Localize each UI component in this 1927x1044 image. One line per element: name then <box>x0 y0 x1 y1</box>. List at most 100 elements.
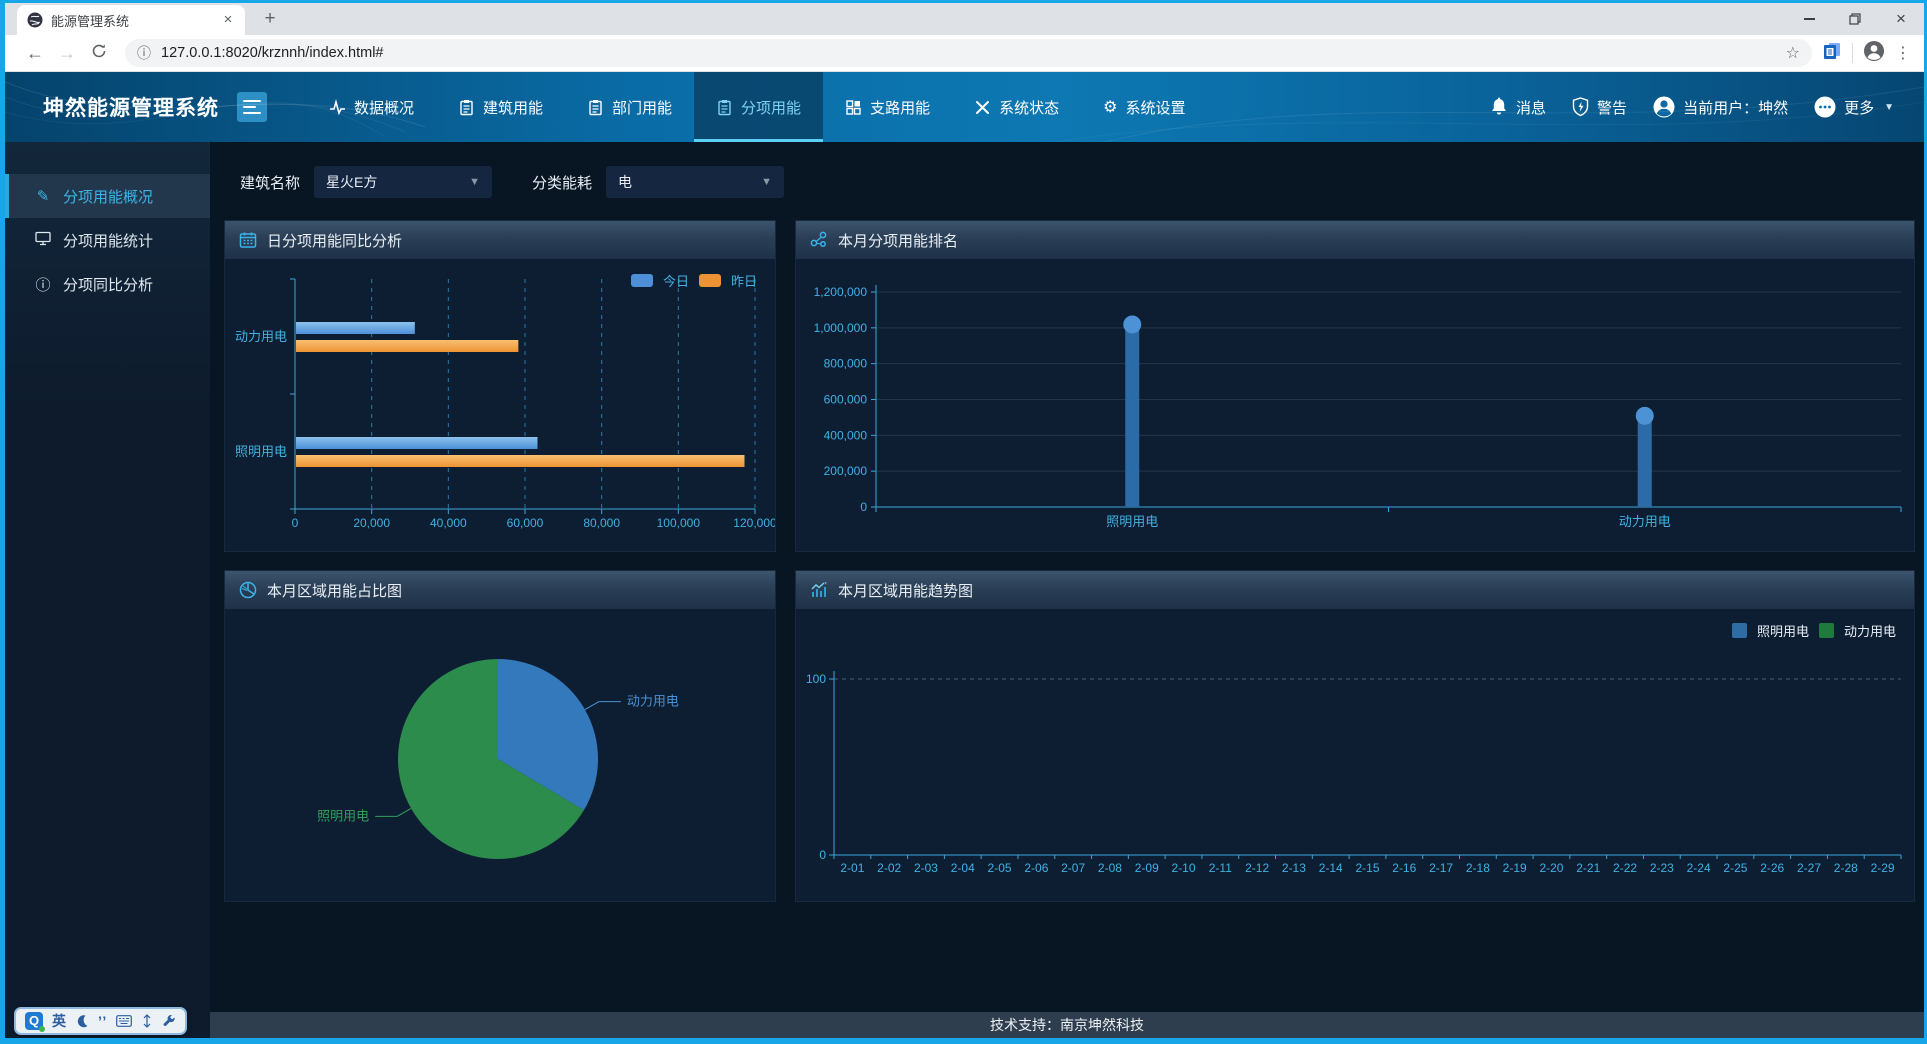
sidebar-item-subentry-yoy-analysis[interactable]: ⓘ 分项同比分析 <box>5 262 210 306</box>
panel-area-pie: 本月区域用能占比图 动力用电照明用电 <box>224 570 776 902</box>
footer-text: 技术支持：南京坤然科技 <box>990 1015 1144 1035</box>
messages-button[interactable]: 消息 <box>1490 97 1546 118</box>
alerts-button[interactable]: 警告 <box>1572 97 1627 118</box>
punctuation-icon[interactable]: ’’ <box>98 1013 107 1029</box>
ime-lang-toggle[interactable]: 英 <box>52 1011 66 1031</box>
svg-text:2-11: 2-11 <box>1209 861 1232 875</box>
area-pie-chart: 动力用电照明用电 <box>225 609 775 901</box>
vbar-chart-canvas: 0200,000400,000600,000800,0001,000,0001,… <box>796 259 1914 551</box>
daily-yoy-chart: 今日 昨日 020,00040,00060,00080,000100,00012… <box>225 259 775 551</box>
url-text[interactable]: 127.0.0.1:8020/krznnh/index.html# <box>161 45 1786 61</box>
hamburger-menu-icon[interactable] <box>237 92 267 122</box>
svg-text:2-16: 2-16 <box>1392 861 1416 875</box>
svg-text:2-21: 2-21 <box>1576 861 1600 875</box>
svg-text:20,000: 20,000 <box>353 516 390 530</box>
wrench-icon[interactable] <box>162 1014 176 1028</box>
svg-text:200,000: 200,000 <box>824 464 868 478</box>
monitor-icon <box>33 231 53 250</box>
current-user[interactable]: 当前用户：坤然 <box>1653 96 1788 118</box>
new-tab-button[interactable]: + <box>257 8 283 30</box>
svg-text:2-17: 2-17 <box>1429 861 1453 875</box>
clipboard-icon <box>587 99 604 116</box>
panel-header: 本月区域用能占比图 <box>225 571 775 609</box>
keyboard-icon[interactable] <box>116 1015 132 1027</box>
nav-item-data-overview[interactable]: 数据概况 <box>307 72 436 142</box>
svg-text:2-13: 2-13 <box>1282 861 1306 875</box>
nav-item-subentry-energy[interactable]: 分项用能 <box>694 72 823 142</box>
legend-swatch-power <box>1819 623 1834 638</box>
window-close-button[interactable]: × <box>1878 3 1924 35</box>
energy-select[interactable]: 电 ▼ <box>606 166 784 198</box>
chart-legend[interactable]: 今日 昨日 <box>631 271 757 290</box>
browser-tab[interactable]: 能源管理系统 × <box>17 5 245 35</box>
svg-text:2-07: 2-07 <box>1061 861 1085 875</box>
svg-text:1,000,000: 1,000,000 <box>814 321 868 335</box>
sidebar: ✎ 分项用能概况 分项用能统计 ⓘ 分项同比分析 <box>5 142 210 1038</box>
nav-item-system-status[interactable]: 系统状态 <box>952 72 1081 142</box>
nav-item-system-settings[interactable]: ⚙ 系统设置 <box>1081 72 1207 142</box>
svg-text:2-29: 2-29 <box>1871 861 1895 875</box>
svg-text:2-02: 2-02 <box>877 861 901 875</box>
page-info-icon[interactable]: ⓘ <box>137 43 151 63</box>
chart-legend[interactable]: 照明用电 动力用电 <box>1732 621 1896 640</box>
panel-title: 本月区域用能占比图 <box>267 580 402 601</box>
more-button[interactable]: 更多 ▼ <box>1814 96 1894 118</box>
sidebar-item-subentry-statistics[interactable]: 分项用能统计 <box>5 218 210 262</box>
svg-text:2-26: 2-26 <box>1760 861 1784 875</box>
gear-icon: ⚙ <box>1103 97 1117 117</box>
app-header: 坤然能源管理系统 数据概况 建筑用能 部门用能 分项用能 支路用能 <box>5 72 1924 142</box>
ranking-chart: 0200,000400,000600,000800,0001,000,0001,… <box>796 259 1914 551</box>
legend-swatch-today <box>631 274 653 287</box>
nodes-icon <box>810 231 828 249</box>
svg-text:0: 0 <box>292 516 299 530</box>
svg-text:2-15: 2-15 <box>1355 861 1379 875</box>
nav-item-branch-energy[interactable]: 支路用能 <box>823 72 952 142</box>
handwriting-icon[interactable] <box>141 1014 153 1028</box>
tab-close-icon[interactable]: × <box>219 11 237 29</box>
sidebar-item-subentry-overview[interactable]: ✎ 分项用能概况 <box>5 174 210 218</box>
nav-item-department-energy[interactable]: 部门用能 <box>565 72 694 142</box>
refresh-icon[interactable] <box>83 43 115 64</box>
panel-title: 日分项用能同比分析 <box>267 230 402 251</box>
url-bar: ← → ⓘ 127.0.0.1:8020/krznnh/index.html# … <box>5 35 1924 72</box>
svg-text:120,000: 120,000 <box>733 516 775 530</box>
svg-text:400,000: 400,000 <box>824 428 868 442</box>
svg-text:2-05: 2-05 <box>988 861 1012 875</box>
pie-chart-canvas: 动力用电照明用电 <box>225 609 775 899</box>
svg-text:1,200,000: 1,200,000 <box>814 285 868 299</box>
divider <box>1852 43 1853 63</box>
ellipsis-circle-icon <box>1814 96 1836 118</box>
window-minimize-button[interactable] <box>1786 3 1832 35</box>
energy-type-label: 分类能耗 <box>532 172 592 193</box>
building-select[interactable]: 星火E方 ▼ <box>314 166 492 198</box>
svg-text:2-14: 2-14 <box>1319 861 1343 875</box>
chevron-down-icon: ▼ <box>469 176 480 188</box>
ime-toolbar[interactable]: Q 英 ’’ <box>14 1007 187 1035</box>
hbar-chart-canvas: 020,00040,00060,00080,000100,000120,000动… <box>225 259 775 551</box>
bookmark-star-icon[interactable]: ☆ <box>1786 43 1800 63</box>
window-restore-button[interactable] <box>1832 3 1878 35</box>
line-chart-canvas: 10002-012-022-032-042-052-062-072-082-09… <box>796 609 1914 901</box>
svg-text:2-27: 2-27 <box>1797 861 1821 875</box>
panel-header: 本月分项用能排名 <box>796 221 1914 259</box>
panel-header: 日分项用能同比分析 <box>225 221 775 259</box>
ime-logo-icon[interactable]: Q <box>25 1012 43 1030</box>
svg-text:0: 0 <box>860 500 867 514</box>
chevron-down-icon: ▼ <box>761 176 772 188</box>
svg-text:动力用电: 动力用电 <box>1619 514 1671 529</box>
legend-swatch-yesterday <box>699 274 721 287</box>
profile-avatar-icon[interactable] <box>1863 40 1885 67</box>
svg-text:2-19: 2-19 <box>1503 861 1527 875</box>
svg-text:2-04: 2-04 <box>951 861 975 875</box>
extension-icon[interactable] <box>1822 41 1842 66</box>
browser-menu-icon[interactable]: ⋮ <box>1895 43 1912 63</box>
legend-swatch-lighting <box>1732 623 1747 638</box>
calendar-icon <box>239 231 257 249</box>
svg-text:100: 100 <box>806 672 826 686</box>
back-icon[interactable]: ← <box>19 43 51 64</box>
moon-icon[interactable] <box>75 1014 89 1028</box>
forward-icon[interactable]: → <box>51 43 83 64</box>
nav-item-building-energy[interactable]: 建筑用能 <box>436 72 565 142</box>
clipboard-icon <box>716 99 733 116</box>
address-input[interactable]: ⓘ 127.0.0.1:8020/krznnh/index.html# ☆ <box>125 39 1812 67</box>
